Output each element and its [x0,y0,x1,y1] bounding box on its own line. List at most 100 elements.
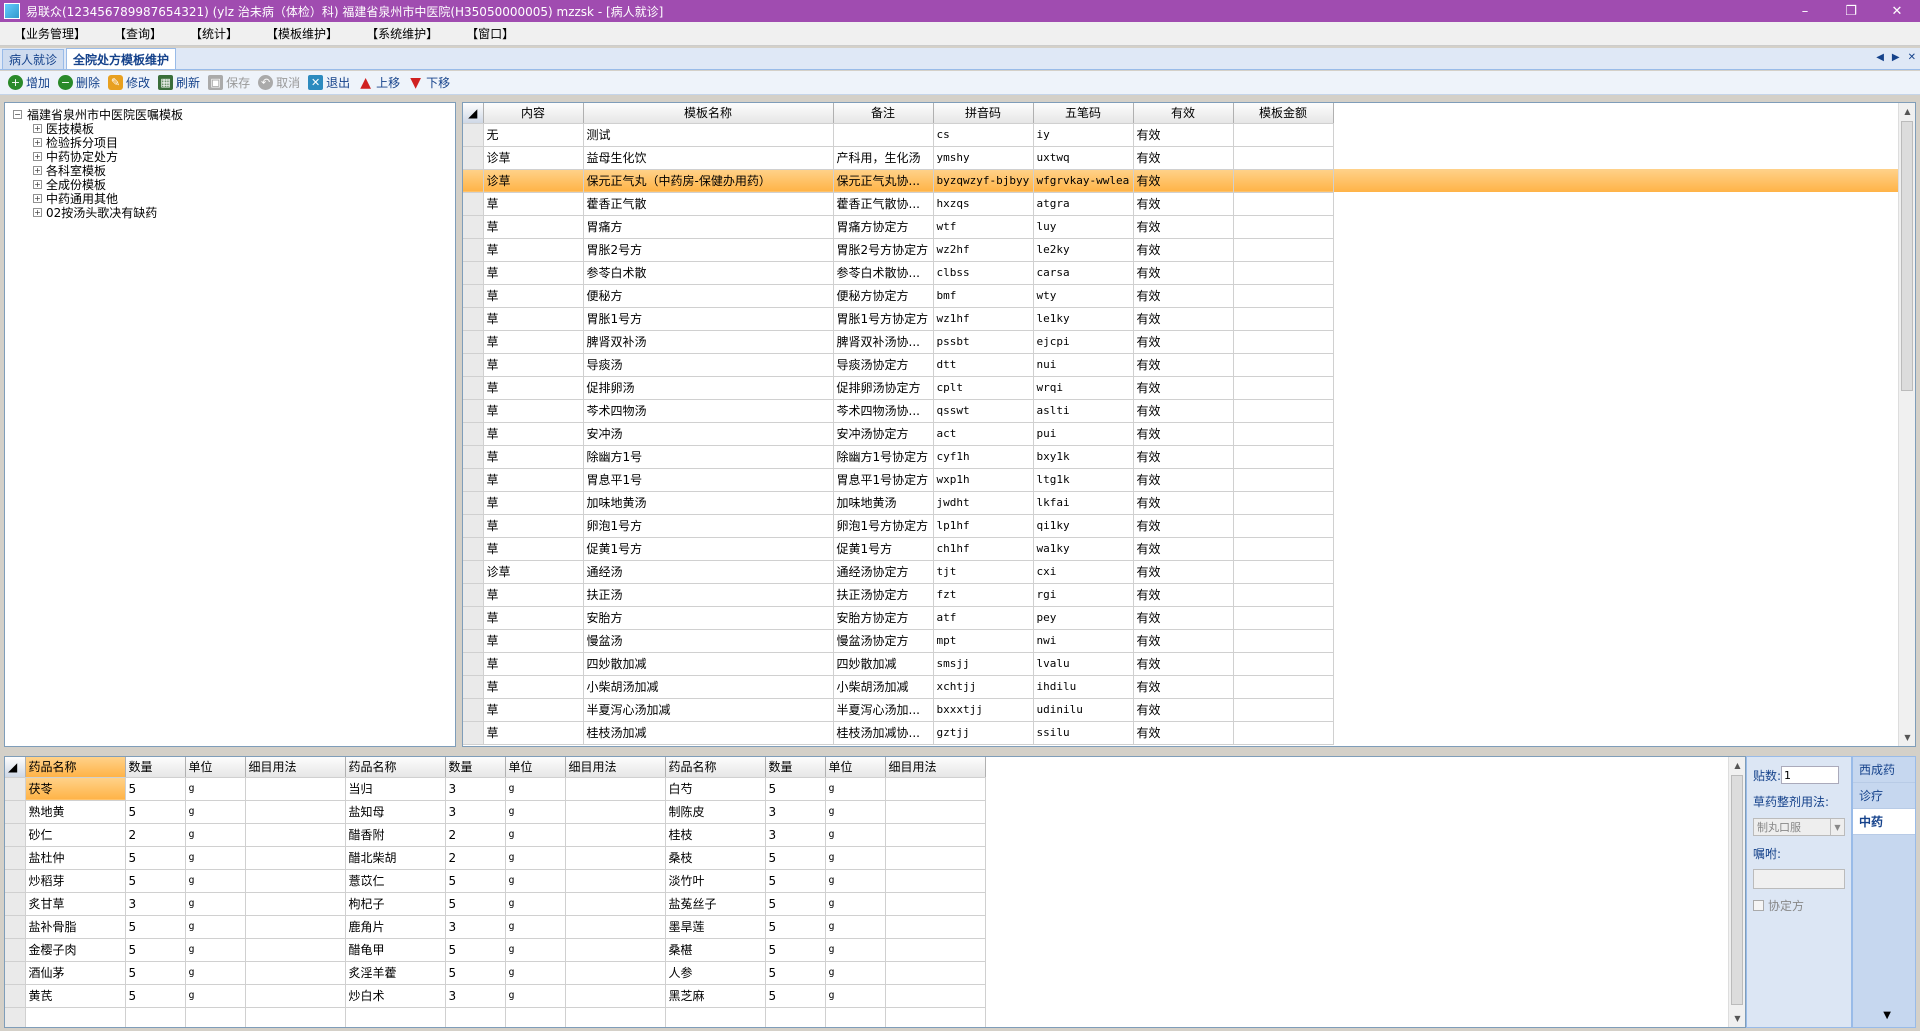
row-selector[interactable] [5,938,26,962]
menu-statistics[interactable]: 【统计】 [176,25,252,42]
cell-content[interactable]: 草 [483,330,584,354]
cell-content[interactable]: 诊草 [483,146,584,170]
cell-template-name[interactable]: 半夏泻心汤加减 [583,698,834,722]
cell-template-name[interactable]: 四妙散加减 [583,652,834,676]
expand-icon[interactable]: + [33,151,42,161]
cell-content[interactable]: 草 [483,284,584,308]
cell-amount[interactable] [1233,698,1334,722]
cell-quantity[interactable]: 5 [445,938,506,962]
table-row[interactable]: 无测试 cs iy 有效 [463,123,1900,147]
row-selector[interactable] [463,307,484,331]
table-row[interactable]: 草促排卵汤 促排卵汤协定方 cplt wrqi 有效 [463,376,1900,400]
cell-content[interactable]: 草 [483,606,584,630]
cell-remark[interactable]: 安冲汤协定方 [833,422,934,446]
cell-usage[interactable] [565,961,666,985]
cell-template-name[interactable]: 脾肾双补汤 [583,330,834,354]
cell-wubi[interactable]: luy [1033,215,1134,239]
close-button[interactable]: ✕ [1874,0,1920,22]
col-header-wubi[interactable]: 五笔码 [1033,103,1134,124]
cell-drug-name[interactable]: 黄芪 [25,984,126,1008]
table-row[interactable]: 草胃胀2号方 胃胀2号方协定方 wz2hf le2ky 有效 [463,238,1900,262]
cell-valid[interactable]: 有效 [1133,698,1234,722]
minimize-button[interactable]: – [1782,0,1828,22]
cell-content[interactable]: 草 [483,422,584,446]
row-selector[interactable] [463,169,484,193]
cell-quantity[interactable]: 2 [445,846,506,870]
cell-quantity[interactable]: 5 [765,846,826,870]
col-header-content[interactable]: 内容 [483,103,584,124]
col-header-usage[interactable]: 细目用法 [245,757,346,778]
cell-pinyin[interactable]: cyf1h [933,445,1034,469]
cell-unit[interactable]: g [825,800,886,824]
col-header-valid[interactable]: 有效 [1133,103,1234,124]
row-selector[interactable] [5,915,26,939]
row-selector[interactable] [463,652,484,676]
cell-drug-name[interactable] [665,1007,766,1027]
cell-wubi[interactable]: iy [1033,123,1134,147]
cell-drug-name[interactable]: 薏苡仁 [345,869,446,893]
cell-drug-name[interactable]: 桑枝 [665,846,766,870]
table-row[interactable]: 草安胎方 安胎方协定方 atf pey 有效 [463,606,1900,630]
table-row[interactable]: 草小柴胡汤加减 小柴胡汤加减 xchtjj ihdilu 有效 [463,675,1900,699]
cell-content[interactable]: 草 [483,238,584,262]
cell-quantity[interactable]: 3 [125,892,186,916]
cell-content[interactable]: 草 [483,629,584,653]
cell-wubi[interactable]: nui [1033,353,1134,377]
cell-quantity[interactable]: 3 [445,800,506,824]
cell-usage[interactable] [565,846,666,870]
cell-valid[interactable]: 有效 [1133,652,1234,676]
table-row[interactable]: 黄芪 5 g 炒白术 3 g 黑芝麻 5 g [5,984,986,1008]
cell-drug-name[interactable]: 砂仁 [25,823,126,847]
cell-remark[interactable]: 除幽方1号协定方 [833,445,934,469]
cell-valid[interactable]: 有效 [1133,353,1234,377]
cell-wubi[interactable]: wa1ky [1033,537,1134,561]
row-selector[interactable] [463,399,484,423]
table-row[interactable]: 草芩术四物汤 芩术四物汤协... qsswt aslti 有效 [463,399,1900,423]
cell-valid[interactable]: 有效 [1133,330,1234,354]
cell-amount[interactable] [1233,606,1334,630]
cell-quantity[interactable]: 5 [765,938,826,962]
cell-drug-name[interactable]: 盐知母 [345,800,446,824]
cell-drug-name[interactable]: 酒仙茅 [25,961,126,985]
cell-template-name[interactable]: 参苓白术散 [583,261,834,285]
cell-pinyin[interactable]: bmf [933,284,1034,308]
cell-usage[interactable] [885,869,986,893]
row-selector[interactable] [463,468,484,492]
table-row[interactable]: 草胃息平1号 胃息平1号协定方 wxp1h ltg1k 有效 [463,468,1900,492]
cell-quantity[interactable]: 5 [125,915,186,939]
cell-pinyin[interactable]: cs [933,123,1034,147]
cell-unit[interactable]: g [185,869,246,893]
cell-template-name[interactable]: 保元正气丸（中药房-保健办用药） [583,169,834,193]
cell-usage[interactable] [885,846,986,870]
cell-content[interactable]: 草 [483,652,584,676]
cell-content[interactable]: 草 [483,514,584,538]
cell-remark[interactable]: 安胎方协定方 [833,606,934,630]
cell-pinyin[interactable]: mpt [933,629,1034,653]
row-selector[interactable] [463,698,484,722]
cell-remark[interactable]: 藿香正气散协... [833,192,934,216]
table-row[interactable]: 诊草 通经汤 通经汤协定方 tjt cxi 有效 [463,560,1900,584]
cell-remark[interactable]: 胃胀2号方协定方 [833,238,934,262]
cell-template-name[interactable]: 扶正汤 [583,583,834,607]
cell-pinyin[interactable]: atf [933,606,1034,630]
row-selector[interactable] [463,238,484,262]
cell-pinyin[interactable]: fzt [933,583,1034,607]
cell-valid[interactable]: 有效 [1133,468,1234,492]
tab-close-icon[interactable]: ✕ [1908,52,1916,63]
cell-usage[interactable] [565,915,666,939]
cell-amount[interactable] [1233,583,1334,607]
cell-unit[interactable]: g [505,984,566,1008]
tab-next-icon[interactable]: ▶ [1892,52,1900,63]
cell-drug-name[interactable]: 白芍 [665,777,766,801]
tab-chinese-medicine[interactable]: 中药 [1853,809,1915,835]
cell-drug-name[interactable]: 淡竹叶 [665,869,766,893]
row-selector[interactable] [463,560,484,584]
row-selector[interactable] [5,800,26,824]
cell-pinyin[interactable]: clbss [933,261,1034,285]
table-row[interactable]: 炙甘草 3 g 枸杞子 5 g 盐菟丝子 5 g [5,892,986,916]
cell-wubi[interactable]: wty [1033,284,1134,308]
add-button[interactable]: + 增加 [8,74,50,91]
drug-scroll-thumb[interactable] [1731,775,1743,1005]
cell-valid[interactable]: 有效 [1133,721,1234,745]
cell-unit[interactable]: g [505,800,566,824]
